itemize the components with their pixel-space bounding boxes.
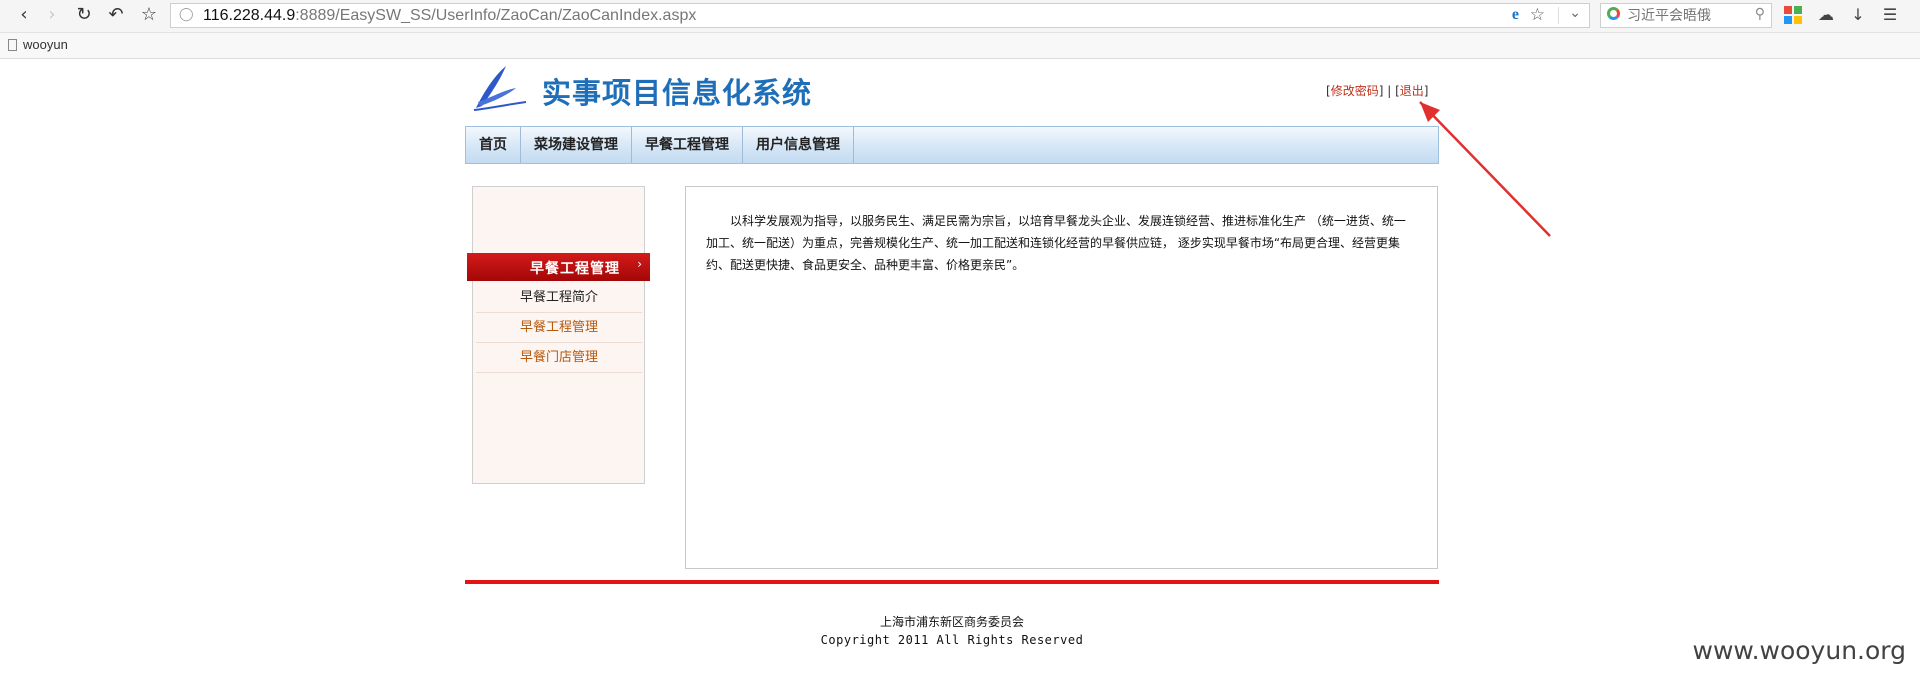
page-icon xyxy=(8,39,17,51)
address-bar[interactable]: ◯ 116.228.44.9:8889/EasySW_SS/UserInfo/Z… xyxy=(170,3,1590,28)
site-title: 实事项目信息化系统 xyxy=(542,76,813,110)
cloud-icon[interactable]: ☁ xyxy=(1815,4,1837,26)
ie-compat-icon[interactable]: e xyxy=(1512,6,1519,24)
address-divider xyxy=(1558,7,1559,24)
search-engine-icon xyxy=(1607,7,1620,20)
browser-toolbar: ‹ › ↻ ↶ ☆ ◯ 116.228.44.9:8889/EasySW_SS/… xyxy=(0,0,1920,33)
change-password-link[interactable]: 修改密码 xyxy=(1331,84,1379,98)
undo-icon[interactable]: ↶ xyxy=(104,3,128,27)
nav-item-breakfast[interactable]: 早餐工程管理 xyxy=(632,127,743,163)
download-icon[interactable]: ↓ xyxy=(1847,4,1869,26)
footer-org: 上海市浦东新区商务委员会 xyxy=(879,615,1024,629)
nav-item-users[interactable]: 用户信息管理 xyxy=(743,127,854,163)
main-nav: 首页 菜场建设管理 早餐工程管理 用户信息管理 xyxy=(465,126,1439,164)
back-icon[interactable]: ‹ xyxy=(12,3,36,27)
site-logo: 实事项目信息化系统 xyxy=(470,62,890,116)
bookmark-wooyun[interactable]: wooyun xyxy=(8,37,68,52)
apps-grid-icon[interactable] xyxy=(1782,4,1804,26)
reload-icon[interactable]: ↻ xyxy=(72,3,96,27)
chevron-right-icon: › xyxy=(637,257,642,271)
url-text[interactable]: 116.228.44.9:8889/EasySW_SS/UserInfo/Zao… xyxy=(203,7,696,25)
sidebar-item-intro[interactable]: 早餐工程简介 xyxy=(476,283,642,313)
link-separator: | xyxy=(1387,84,1392,98)
nav-item-market[interactable]: 菜场建设管理 xyxy=(521,127,632,163)
sidebar-active-header[interactable]: 早餐工程管理 › xyxy=(467,253,650,281)
intro-text: 以科学发展观为指导，以服务民生、满足民需为宗旨，以培育早餐龙头企业、发展连锁经营… xyxy=(706,214,1406,272)
chevron-down-icon[interactable]: ⌄ xyxy=(1569,5,1581,21)
footer-divider xyxy=(465,580,1439,584)
footer-copyright: Copyright 2011 All Rights Reserved xyxy=(820,633,1084,647)
shield-icon: ◯ xyxy=(179,7,194,22)
menu-icon[interactable]: ☰ xyxy=(1879,4,1901,26)
search-icon[interactable]: ⚲ xyxy=(1755,6,1765,22)
bookmarks-bar: wooyun xyxy=(0,33,1920,59)
sidebar-item-stores[interactable]: 早餐门店管理 xyxy=(476,343,642,373)
footer: 上海市浦东新区商务委员会 Copyright 2011 All Rights R… xyxy=(465,613,1439,649)
pen-logo-icon xyxy=(473,66,527,111)
sidebar-item-manage[interactable]: 早餐工程管理 xyxy=(476,313,642,343)
search-box[interactable]: ⚲ xyxy=(1600,3,1772,28)
forward-icon[interactable]: › xyxy=(40,3,64,27)
content-panel: 以科学发展观为指导，以服务民生、满足民需为宗旨，以培育早餐龙头企业、发展连锁经营… xyxy=(685,186,1438,569)
nav-item-home[interactable]: 首页 xyxy=(466,127,521,163)
watermark: www.wooyun.org xyxy=(1692,636,1906,665)
search-input[interactable] xyxy=(1627,5,1747,26)
bookmark-star-icon[interactable]: ☆ xyxy=(1530,5,1545,25)
star-icon[interactable]: ☆ xyxy=(137,3,161,27)
sidebar-active-label: 早餐工程管理 xyxy=(530,261,620,277)
